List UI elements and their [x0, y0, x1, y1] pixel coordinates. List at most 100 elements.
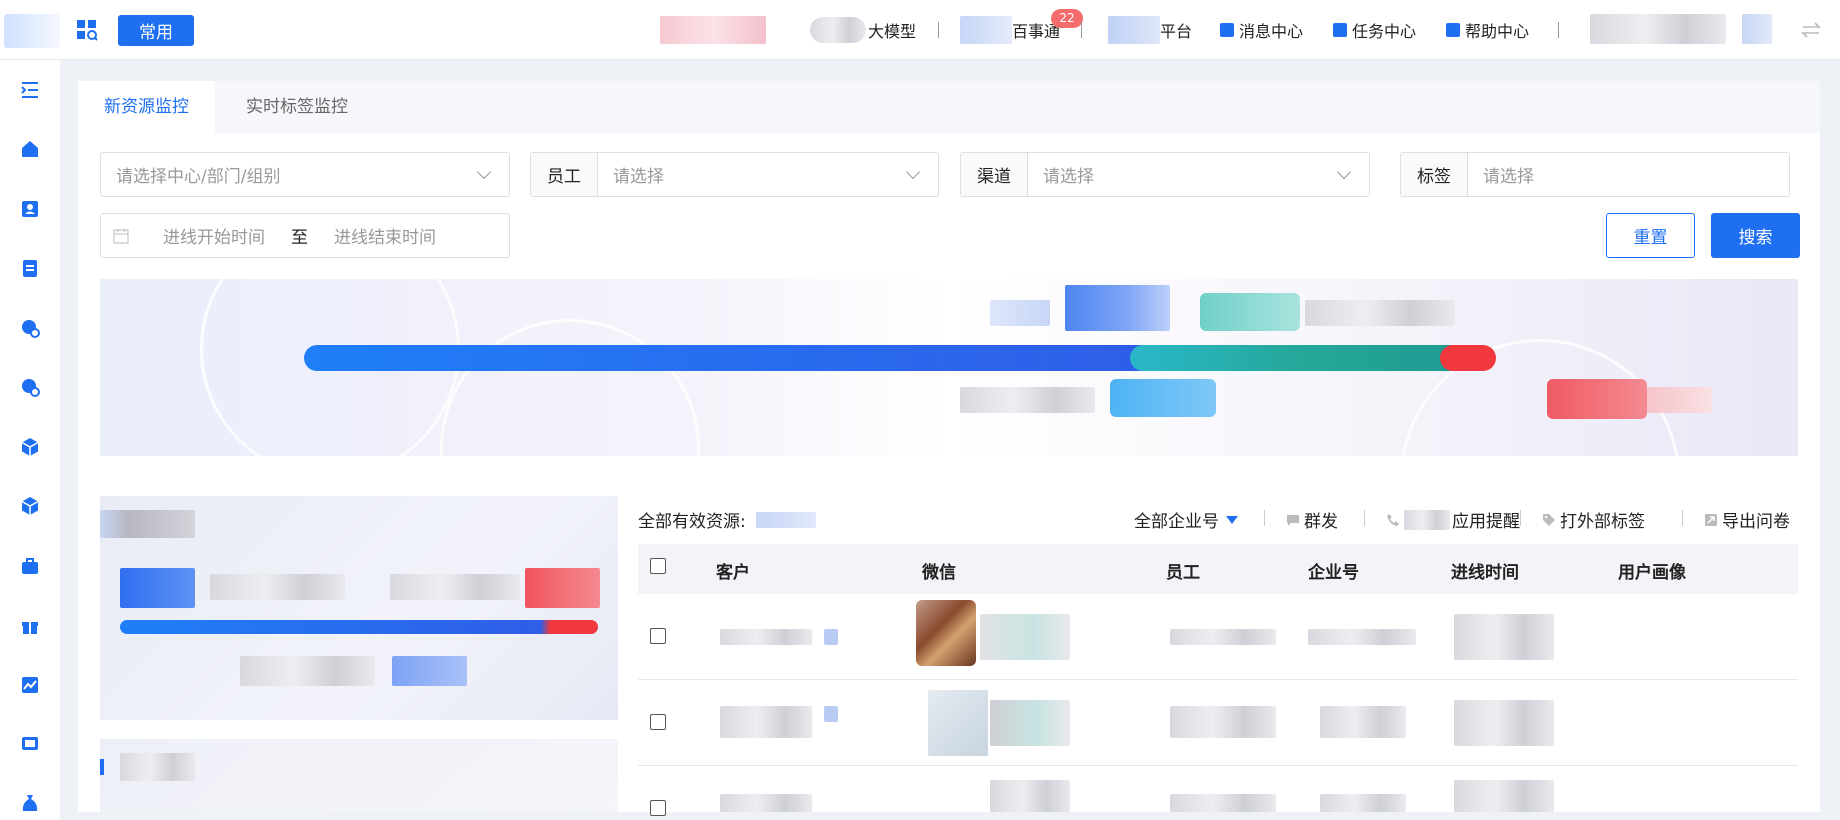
top-bar: 常用 大模型 百事通 22 平台 消息中心 任务中心 帮助中心 [0, 0, 1840, 60]
clipboard-icon[interactable] [20, 258, 40, 278]
blurred-label [990, 300, 1050, 326]
wechat-cell [990, 780, 1070, 812]
mass-send-label: 群发 [1304, 512, 1338, 532]
employee-select[interactable]: 员工 请选择 [530, 152, 939, 197]
tab-realtime-tag-monitor[interactable]: 实时标签监控 [220, 81, 374, 133]
date-range-picker[interactable]: 进线开始时间 至 进线结束时间 [100, 213, 510, 258]
nav-divider [1081, 22, 1082, 38]
search-button[interactable]: 搜索 [1711, 213, 1800, 258]
chat-config-icon[interactable] [20, 377, 40, 397]
blurred-label [1547, 379, 1647, 419]
nav-tasks-label: 任务中心 [1352, 22, 1417, 41]
customer-cell [720, 706, 812, 738]
entry-time-cell [1454, 614, 1554, 660]
phone-icon [1387, 513, 1399, 526]
reset-button[interactable]: 重置 [1606, 213, 1695, 258]
total-resources-value [755, 511, 816, 528]
wechat-cell [990, 700, 1070, 746]
blurred-value [390, 574, 520, 600]
tag-label: 标签 [1401, 153, 1468, 196]
date-start-input[interactable]: 进线开始时间 [163, 223, 265, 248]
org-select[interactable]: 请选择中心/部门/组别 [100, 152, 510, 197]
progress-segment-blue [304, 345, 1166, 371]
nav-model-label: 大模型 [868, 22, 917, 41]
row-checkbox[interactable] [650, 714, 666, 730]
table-row[interactable] [638, 680, 1798, 766]
chart-icon[interactable] [20, 675, 40, 695]
total-resources: 全部有效资源: [638, 507, 816, 532]
customer-tag [824, 629, 838, 645]
tag-icon [1543, 513, 1555, 526]
external-tag-button[interactable]: 打外部标签 [1542, 507, 1645, 532]
channel-select[interactable]: 渠道 请选择 [960, 152, 1370, 197]
tag-select[interactable]: 标签 请选择 [1400, 152, 1790, 197]
table-row[interactable] [638, 594, 1798, 680]
column-wechat: 微信 [922, 563, 956, 583]
app-reminder-label: 应用提醒 [1452, 512, 1520, 532]
enterprise-filter-label: 全部企业号 [1134, 512, 1219, 532]
employee-cell [1170, 706, 1276, 738]
sidebar [0, 60, 60, 820]
menu-collapse-icon[interactable] [20, 80, 40, 100]
progress-banner [100, 279, 1798, 456]
export-icon [1705, 513, 1717, 526]
nav-divider [1558, 22, 1559, 38]
apps-grid-icon[interactable] [76, 19, 98, 41]
contact-icon[interactable] [20, 199, 40, 219]
employee-cell [1170, 794, 1276, 812]
date-end-input[interactable]: 进线结束时间 [334, 223, 436, 248]
nav-messages[interactable]: 消息中心 [1220, 0, 1303, 60]
toolbar-divider [1520, 510, 1521, 526]
export-survey-label: 导出问卷 [1722, 512, 1790, 532]
money-bag-icon[interactable] [20, 793, 40, 813]
mass-send-button[interactable]: 群发 [1286, 507, 1338, 532]
enterprise-filter[interactable]: 全部企业号 [1134, 507, 1239, 532]
nav-tasks[interactable]: 任务中心 [1333, 0, 1416, 60]
chat-settings-icon[interactable] [20, 318, 40, 338]
stats-panel-secondary [100, 739, 618, 812]
message-icon [1220, 23, 1234, 37]
blurred-label [1200, 293, 1300, 331]
column-customer: 客户 [716, 563, 750, 583]
tab-new-resource-monitor[interactable]: 新资源监控 [78, 81, 215, 133]
export-survey-button[interactable]: 导出问卷 [1704, 507, 1790, 532]
cube-icon[interactable] [20, 437, 40, 457]
blurred-text [1404, 509, 1450, 530]
chevron-down-icon [476, 164, 492, 179]
switch-icon[interactable] [1800, 19, 1822, 41]
enterprise-cell [1320, 794, 1406, 812]
table-header: 客户 微信 员工 企业号 进线时间 用户画像 [638, 544, 1798, 594]
nav-platform[interactable]: 平台 [1108, 0, 1192, 60]
briefcase-icon[interactable] [20, 556, 40, 576]
nav-help[interactable]: 帮助中心 [1446, 0, 1529, 60]
app-reminder-button[interactable]: 应用提醒 [1386, 507, 1520, 532]
common-button[interactable]: 常用 [118, 15, 194, 46]
screen-icon[interactable] [20, 734, 40, 754]
customer-tag [824, 706, 838, 722]
employee-label: 员工 [531, 153, 598, 196]
enterprise-cell [1320, 706, 1406, 738]
date-range-separator: 至 [291, 228, 308, 248]
employee-cell [1170, 629, 1276, 645]
nav-divider [938, 22, 939, 38]
wechat-cell [980, 614, 1070, 660]
customer-cell [720, 794, 812, 812]
entry-time-cell [1454, 780, 1554, 812]
gift-icon[interactable] [20, 615, 40, 635]
org-select-placeholder: 请选择中心/部门/组别 [116, 167, 281, 187]
blurred-item [660, 16, 766, 44]
avatar[interactable] [1742, 14, 1772, 44]
user-name-blurred[interactable] [1590, 14, 1726, 44]
row-checkbox[interactable] [650, 628, 666, 644]
toolbar-divider [1682, 510, 1683, 526]
nav-baishi[interactable]: 百事通 [960, 0, 1060, 60]
select-all-checkbox[interactable] [650, 558, 666, 574]
cube-alt-icon[interactable] [20, 496, 40, 516]
stats-progress-bar [120, 620, 598, 634]
row-checkbox[interactable] [650, 800, 666, 816]
home-icon[interactable] [20, 139, 40, 159]
table-row[interactable] [638, 766, 1798, 816]
nav-messages-label: 消息中心 [1239, 22, 1304, 41]
section-marker [100, 759, 104, 775]
nav-model[interactable]: 大模型 [810, 0, 916, 60]
